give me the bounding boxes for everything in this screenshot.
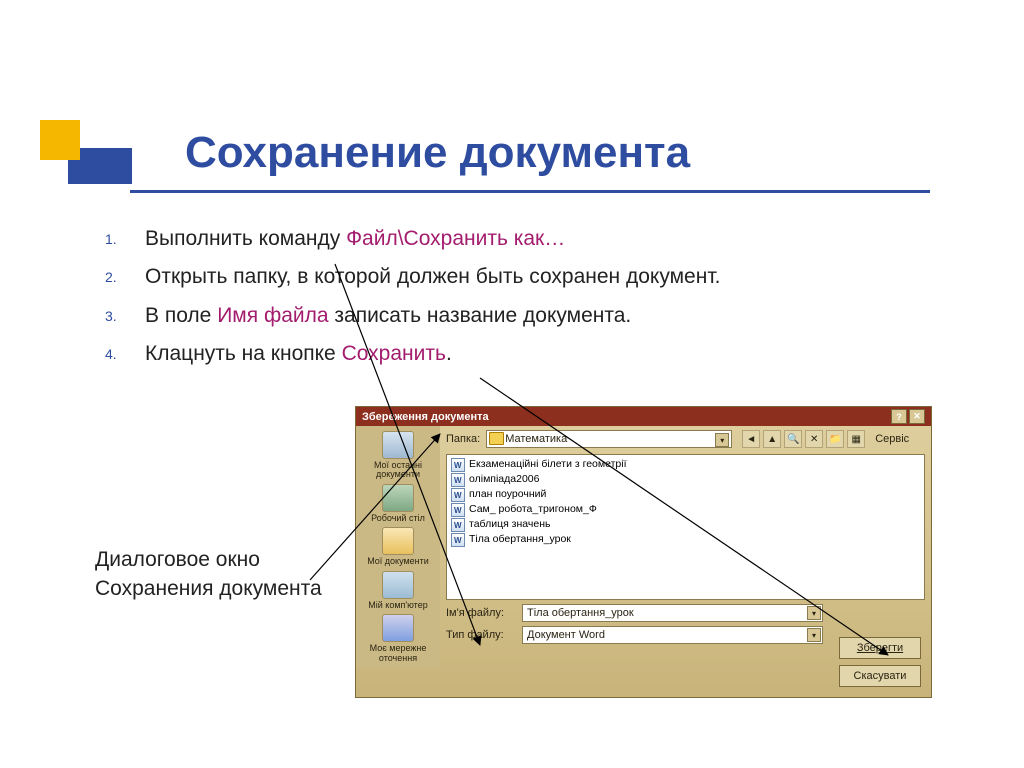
list-number: 4.	[105, 340, 145, 362]
save-button[interactable]: Зберегти	[839, 637, 921, 659]
dialog-main: Папка: Математика ▾ ◄ ▲ 🔍 ✕ 📁 ▦ Сер	[440, 426, 931, 667]
chevron-down-icon[interactable]: ▾	[807, 628, 821, 642]
list-text: Клацнуть на кнопке Сохранить.	[145, 340, 452, 368]
recent-docs-icon	[382, 431, 414, 459]
dialog-toolbar: Папка: Математика ▾ ◄ ▲ 🔍 ✕ 📁 ▦ Сер	[440, 426, 931, 452]
word-doc-icon	[451, 488, 465, 502]
word-doc-icon	[451, 518, 465, 532]
word-doc-icon	[451, 533, 465, 547]
highlight: Имя файла	[217, 304, 328, 327]
word-doc-icon	[451, 503, 465, 517]
file-list[interactable]: Екзаменаційні білети з геометрії олімпіа…	[446, 454, 925, 600]
sidebar-item-desktop[interactable]: Робочий стіл	[359, 483, 437, 523]
filename-label: Ім'я файлу:	[446, 607, 516, 619]
sidebar-item-recent[interactable]: Мої останні документи	[359, 430, 437, 480]
views-icon[interactable]: ▦	[847, 430, 865, 448]
decorative-squares	[40, 120, 160, 200]
delete-icon[interactable]: ✕	[805, 430, 823, 448]
sidebar-item-mycomputer[interactable]: Мій комп'ютер	[359, 570, 437, 610]
list-item[interactable]: план поурочний	[449, 487, 922, 502]
highlight: Файл\Сохранить как…	[346, 227, 565, 250]
help-icon[interactable]: ?	[891, 409, 907, 424]
tools-menu[interactable]: Сервіс	[875, 433, 909, 445]
back-icon[interactable]: ◄	[742, 430, 760, 448]
search-icon[interactable]: 🔍	[784, 430, 802, 448]
dialog-titlebar: Збереження документа ? ✕	[356, 407, 931, 426]
title-underline	[130, 190, 930, 193]
up-icon[interactable]: ▲	[763, 430, 781, 448]
dialog-buttons: Зберегти Скасувати	[839, 637, 921, 687]
list-number: 2.	[105, 263, 145, 285]
list-item: 3. В поле Имя файла записать название до…	[105, 302, 945, 330]
list-item[interactable]: олімпіада2006	[449, 472, 922, 487]
list-item[interactable]: Тіла обертання_урок	[449, 532, 922, 547]
folder-select[interactable]: Математика ▾	[486, 430, 732, 448]
network-icon	[382, 614, 414, 642]
list-text: Выполнить команду Файл\Сохранить как…	[145, 225, 565, 253]
list-number: 3.	[105, 302, 145, 324]
sidebar-item-mydocs[interactable]: Мої документи	[359, 526, 437, 566]
word-doc-icon	[451, 473, 465, 487]
chevron-down-icon[interactable]: ▾	[807, 606, 821, 620]
slide: Сохранение документа 1. Выполнить команд…	[0, 0, 1024, 768]
dialog-caption: Диалоговое окно Сохранения документа	[95, 545, 322, 604]
filetype-value: Документ Word	[527, 629, 605, 641]
word-doc-icon	[451, 458, 465, 472]
list-item[interactable]: Екзаменаційні білети з геометрії	[449, 457, 922, 472]
newfolder-icon[interactable]: 📁	[826, 430, 844, 448]
filetype-field[interactable]: Документ Word ▾	[522, 626, 823, 644]
decor-yellow	[40, 120, 80, 160]
list-item: 1. Выполнить команду Файл\Сохранить как…	[105, 225, 945, 253]
list-item[interactable]: таблиця значень	[449, 517, 922, 532]
save-dialog: Збереження документа ? ✕ Мої останні док…	[355, 406, 932, 698]
cancel-button[interactable]: Скасувати	[839, 665, 921, 687]
computer-icon	[382, 571, 414, 599]
filetype-label: Тип файлу:	[446, 629, 516, 641]
dialog-body: Мої останні документи Робочий стіл Мої д…	[356, 426, 931, 667]
close-icon[interactable]: ✕	[909, 409, 925, 424]
filename-value: Тіла обертання_урок	[527, 607, 634, 619]
dialog-title-text: Збереження документа	[362, 411, 489, 423]
filename-field[interactable]: Тіла обертання_урок ▾	[522, 604, 823, 622]
mydocs-icon	[382, 527, 414, 555]
page-title: Сохранение документа	[185, 128, 690, 178]
list-number: 1.	[105, 225, 145, 247]
list-item: 4. Клацнуть на кнопке Сохранить.	[105, 340, 945, 368]
folder-select-value: Математика	[505, 433, 567, 445]
caption-line: Сохранения документа	[95, 574, 322, 603]
caption-line: Диалоговое окно	[95, 545, 322, 574]
chevron-down-icon[interactable]: ▾	[715, 433, 729, 447]
list-text: Открыть папку, в которой должен быть сох…	[145, 263, 720, 291]
places-bar: Мої останні документи Робочий стіл Мої д…	[356, 426, 440, 667]
toolbar-icons: ◄ ▲ 🔍 ✕ 📁 ▦	[742, 430, 865, 448]
list-text: В поле Имя файла записать название докум…	[145, 302, 631, 330]
steps-list: 1. Выполнить команду Файл\Сохранить как……	[105, 225, 945, 378]
list-item: 2. Открыть папку, в которой должен быть …	[105, 263, 945, 291]
folder-label: Папка:	[446, 433, 480, 445]
desktop-icon	[382, 484, 414, 512]
highlight: Сохранить	[342, 342, 446, 365]
window-buttons: ? ✕	[891, 409, 925, 424]
sidebar-item-network[interactable]: Моє мережне оточення	[359, 613, 437, 663]
filename-row: Ім'я файлу: Тіла обертання_урок ▾	[440, 602, 931, 624]
folder-icon	[489, 432, 504, 445]
list-item[interactable]: Сам_ робота_тригоном_Ф	[449, 502, 922, 517]
